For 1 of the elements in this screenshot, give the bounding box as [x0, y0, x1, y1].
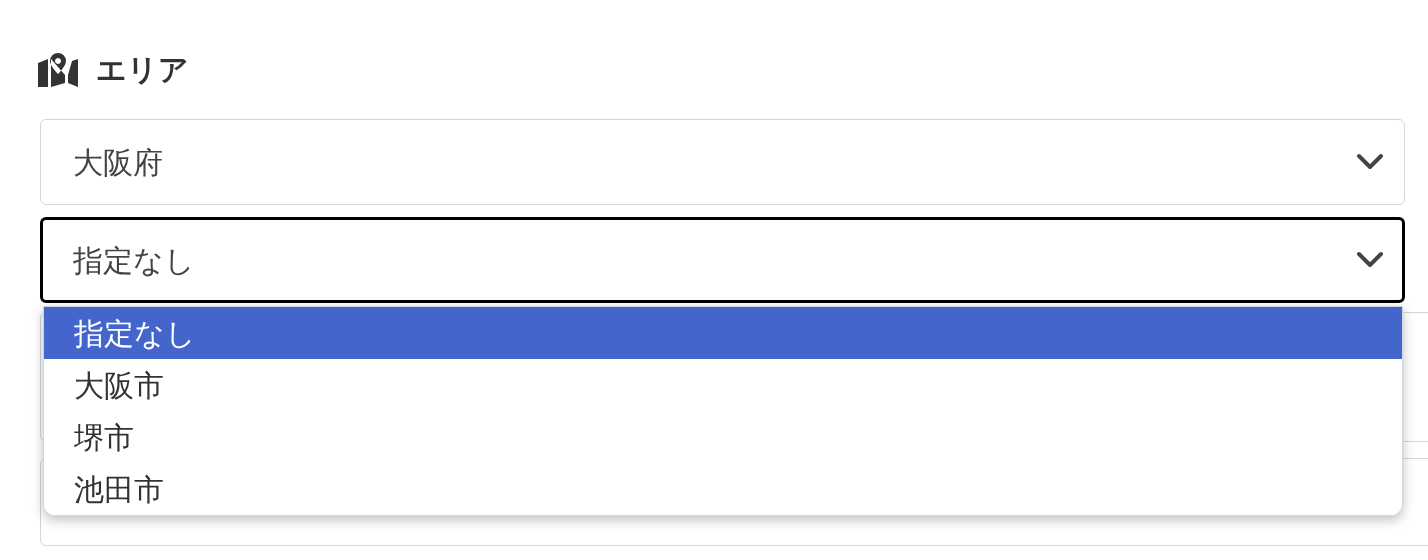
section-title: エリア [96, 55, 189, 85]
